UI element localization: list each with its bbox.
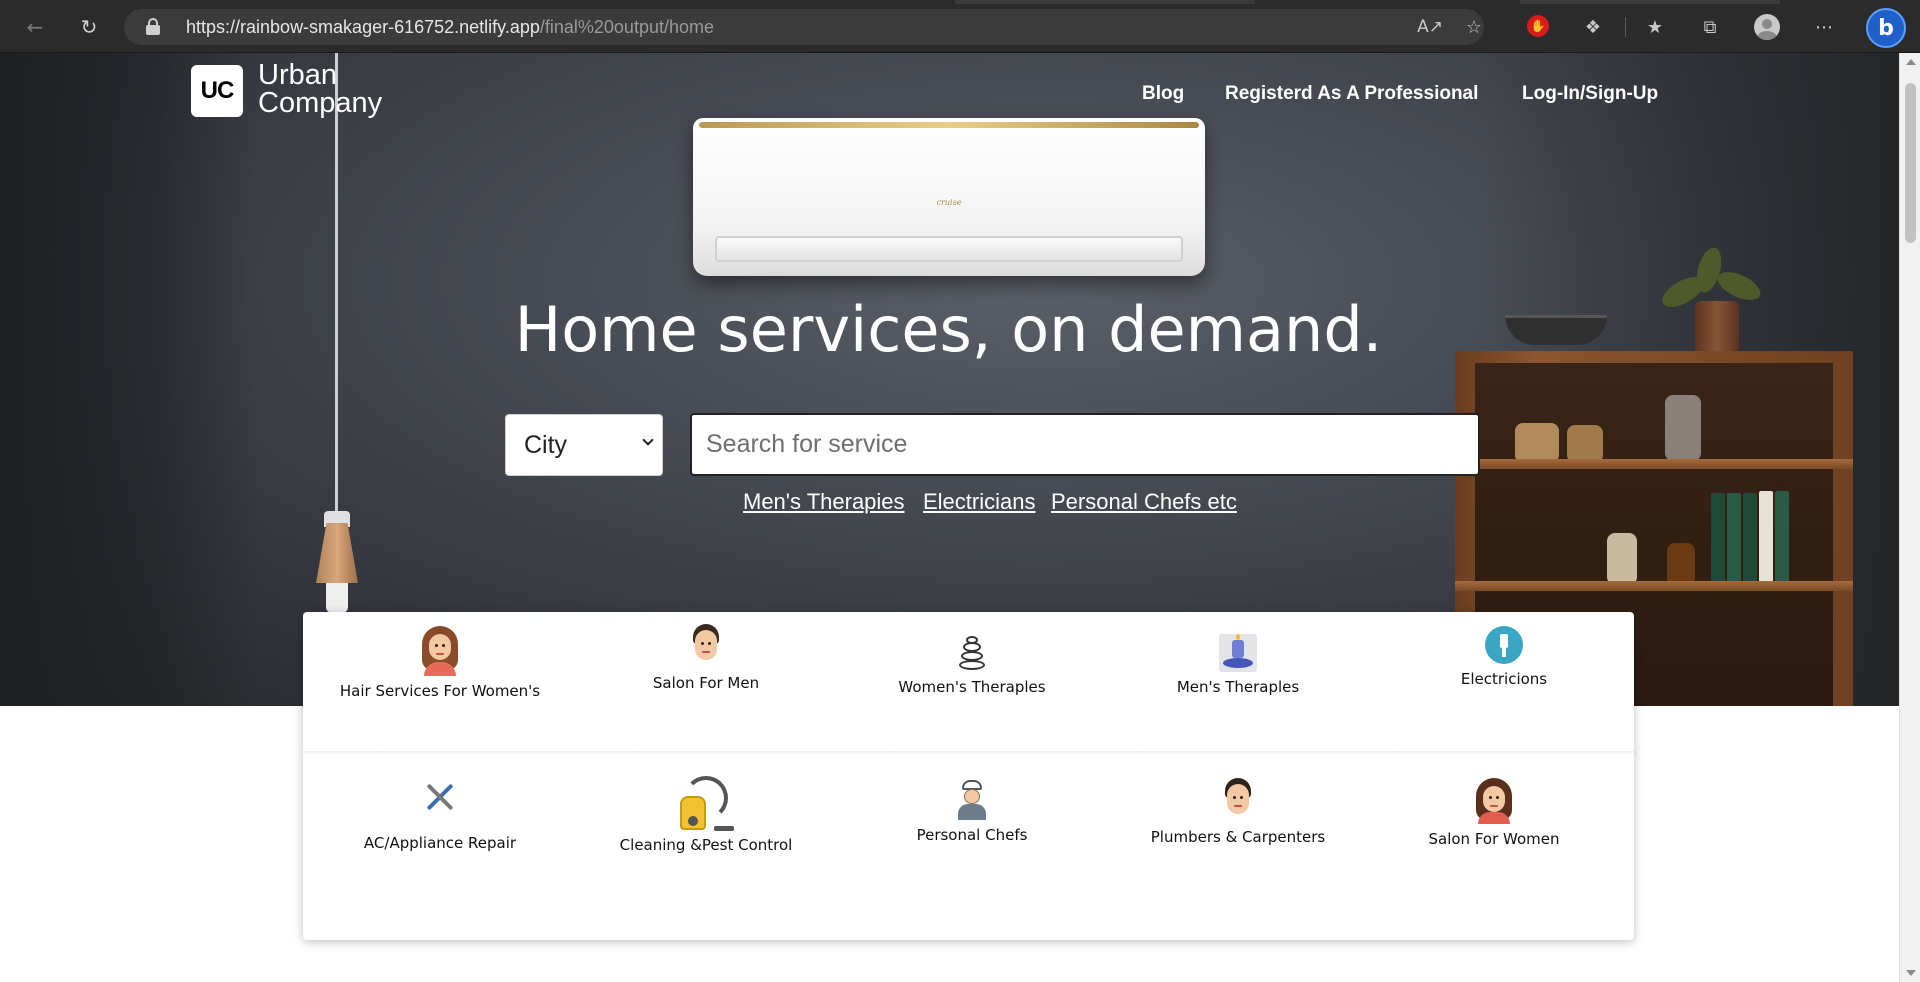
service-cleaning-pest-control[interactable]: Cleaning &Pest Control [576,776,836,854]
hero-headline: Home services, on demand. [514,293,1383,366]
woman-face-icon [1474,778,1514,824]
service-label: Women's Theraples [898,678,1046,696]
tab-strip-segment [1520,0,1780,4]
service-womens-therapies[interactable]: Women's Theraples [842,636,1102,696]
lamp-shade-decoration [316,523,358,583]
toolbar-divider [1625,17,1626,37]
service-label: Electricions [1460,670,1548,688]
book-decoration [1759,491,1773,589]
city-select[interactable]: City [505,414,663,476]
service-mens-therapies[interactable]: Men's Theraples [1108,634,1368,696]
quick-link-mens-therapies[interactable]: Men's Therapies [743,489,905,515]
service-ac-appliance-repair[interactable]: AC/Appliance Repair [310,780,570,852]
ac-trim [699,122,1199,128]
spa-stones-icon [953,636,991,672]
scroll-up-icon[interactable] [1906,59,1916,65]
service-search-input[interactable] [690,413,1480,476]
hero-left-shade [0,53,260,706]
book-decoration [1743,493,1757,589]
service-label: AC/Appliance Repair [363,834,517,852]
service-electricians[interactable]: Electricions [1374,626,1634,688]
spa-candle-icon [1219,634,1257,672]
service-salon-women[interactable]: Salon For Women [1364,778,1624,848]
shelf-board [1455,581,1853,591]
service-label: Hair Services For Women's [339,682,541,700]
services-card: Hair Services For Women's Salon For Men … [303,612,1634,940]
vase-decoration [1607,533,1637,585]
shelf-board [1455,459,1853,469]
service-label: Salon For Men [652,674,760,692]
logo-line-2: Company [258,87,383,119]
nav-login-signup-link[interactable]: Log-In/Sign-Up [1522,83,1658,105]
address-bar[interactable]: https://rainbow-smakager-616752.netlify.… [124,9,1484,45]
service-salon-men[interactable]: Salon For Men [576,624,836,692]
quick-link-personal-chefs[interactable]: Personal Chefs etc [1051,489,1237,515]
collections-icon[interactable]: ⧉ [1692,9,1728,45]
url-text[interactable]: https://rainbow-smakager-616752.netlify.… [186,17,714,38]
read-aloud-icon[interactable]: A↗ [1412,9,1448,45]
nav-blog-link[interactable]: Blog [1142,83,1184,105]
vacuum-icon [676,776,736,832]
bing-icon[interactable]: b [1866,8,1906,48]
lamp-bulb-decoration [326,583,348,613]
page-viewport: cruise UC Urban Company Blog Registerd A… [0,53,1899,982]
book-decoration [1727,493,1741,589]
hero-section: cruise UC Urban Company Blog Registerd A… [0,53,1899,706]
service-personal-chefs[interactable]: Personal Chefs [842,780,1102,844]
tools-icon [423,780,457,814]
man-face-icon [686,624,726,668]
row-divider [303,751,1634,755]
city-select-value: City [524,430,568,459]
ac-brand-mark: cruise [936,198,962,207]
logo-line-1: Urban [258,59,337,91]
add-favorite-icon[interactable]: ☆ [1456,9,1492,45]
service-plumbers-carpenters[interactable]: Plumbers & Carpenters [1108,778,1368,846]
scroll-down-icon[interactable] [1906,970,1916,976]
adblock-extension-icon[interactable]: ✋ [1527,15,1549,37]
lamp-cord-decoration [335,53,338,523]
logo-mark[interactable]: UC [191,65,243,117]
lock-icon[interactable] [146,18,160,35]
basket-decoration [1515,423,1559,463]
book-decoration [1711,493,1725,589]
plug-icon [1485,626,1523,664]
service-label: Personal Chefs [916,826,1028,844]
ac-vent [715,236,1183,262]
service-label: Men's Theraples [1176,678,1300,696]
page-scrollbar[interactable] [1899,53,1920,982]
nav-register-professional-link[interactable]: Registerd As A Professional [1225,83,1478,105]
more-icon[interactable]: ⋯ [1806,9,1842,45]
quick-link-electricians[interactable]: Electricians [923,489,1035,515]
basket-decoration [1567,425,1603,463]
woman-face-icon [420,626,460,676]
url-path: /final%20output/home [539,17,714,37]
glass-jar-decoration [1665,395,1701,461]
tab-strip-segment [955,0,1255,4]
favorites-icon[interactable]: ★ [1637,9,1673,45]
extensions-icon[interactable]: ❖ [1575,9,1611,45]
book-decoration [1775,491,1789,589]
profile-icon[interactable] [1754,14,1780,40]
url-host: https://rainbow-smakager-616752.netlify.… [186,17,540,37]
browser-toolbar: ← ↻ https://rainbow-smakager-616752.netl… [0,0,1920,53]
service-label: Cleaning &Pest Control [619,836,793,854]
man-face-icon [1218,778,1258,822]
air-conditioner-image: cruise [693,118,1205,276]
scrollbar-thumb[interactable] [1905,83,1916,243]
chef-icon [954,780,990,820]
back-icon[interactable]: ← [18,10,52,44]
reload-icon[interactable]: ↻ [72,10,106,44]
logo-wordmark[interactable]: Urban Company [258,59,383,119]
service-label: Salon For Women [1428,830,1560,848]
service-hair-women[interactable]: Hair Services For Women's [310,626,570,700]
chevron-down-icon [642,434,654,446]
service-label: Plumbers & Carpenters [1150,828,1326,846]
